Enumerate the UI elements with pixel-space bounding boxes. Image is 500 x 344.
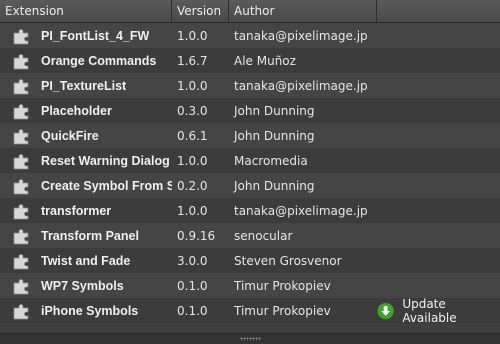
table-row[interactable]: Twist and Fade 3.0.0 Steven Grosvenor [0, 248, 500, 273]
extension-cell: Create Symbol From S [0, 177, 172, 195]
resize-footer [0, 333, 500, 344]
extension-cell: QuickFire [0, 127, 172, 145]
version-cell: 0.1.0 [177, 303, 208, 318]
extension-name: QuickFire [41, 128, 99, 143]
puzzle-piece-icon [12, 127, 32, 145]
version-cell: 1.6.7 [177, 53, 208, 68]
version-cell: 1.0.0 [177, 78, 208, 93]
table-row[interactable]: Reset Warning Dialog 1.0.0 Macromedia [0, 148, 500, 173]
extension-name: Reset Warning Dialog [41, 153, 170, 168]
extension-cell: Reset Warning Dialog [0, 152, 172, 170]
table-row[interactable]: WP7 Symbols 0.1.0 Timur Prokopiev [0, 273, 500, 298]
author-cell: Macromedia [234, 153, 308, 168]
table-row[interactable]: Transform Panel 0.9.16 senocular [0, 223, 500, 248]
table-row[interactable]: transformer 1.0.0 tanaka@pixelimage.jp [0, 198, 500, 223]
table-row[interactable]: PI_TextureList 1.0.0 tanaka@pixelimage.j… [0, 73, 500, 98]
puzzle-piece-icon [12, 302, 32, 320]
puzzle-piece-icon [12, 52, 32, 70]
table-row[interactable]: PI_FontList_4_FW 1.0.0 tanaka@pixelimage… [0, 23, 500, 48]
version-cell: 1.0.0 [177, 203, 208, 218]
extension-name: transformer [41, 203, 112, 218]
puzzle-piece-icon [12, 202, 32, 220]
extension-cell: iPhone Symbols [0, 302, 172, 320]
author-cell: Timur Prokopiev [234, 303, 331, 318]
author-cell: senocular [234, 228, 293, 243]
author-cell: Timur Prokopiev [234, 278, 331, 293]
resize-grip-icon[interactable] [240, 337, 262, 341]
version-cell: 0.9.16 [177, 228, 216, 243]
extension-name: Create Symbol From S [41, 178, 172, 193]
extension-cell: Placeholder [0, 102, 172, 120]
extension-cell: Twist and Fade [0, 252, 172, 270]
version-cell: 1.0.0 [177, 28, 208, 43]
extensions-table: Extension Version Author PI_FontList_4_F… [0, 0, 500, 325]
extension-name: iPhone Symbols [41, 303, 139, 318]
puzzle-piece-icon [12, 27, 32, 45]
author-cell: John Dunning [234, 103, 315, 118]
table-header: Extension Version Author [0, 0, 500, 23]
extension-name: Placeholder [41, 103, 112, 118]
version-cell: 1.0.0 [177, 153, 208, 168]
update-available-link[interactable]: Update Available [377, 297, 500, 325]
extension-cell: WP7 Symbols [0, 277, 172, 295]
version-cell: 3.0.0 [177, 253, 208, 268]
table-row[interactable]: Orange Commands 1.6.7 Ale Muñoz [0, 48, 500, 73]
extension-cell: transformer [0, 202, 172, 220]
puzzle-piece-icon [12, 152, 32, 170]
puzzle-piece-icon [12, 252, 32, 270]
table-row[interactable]: QuickFire 0.6.1 John Dunning [0, 123, 500, 148]
extension-cell: Orange Commands [0, 52, 172, 70]
puzzle-piece-icon [12, 77, 32, 95]
version-cell: 0.2.0 [177, 178, 208, 193]
column-header-author[interactable]: Author [229, 0, 377, 22]
extension-name: Twist and Fade [41, 253, 131, 268]
author-cell: Ale Muñoz [234, 53, 296, 68]
extension-cell: PI_FontList_4_FW [0, 27, 172, 45]
puzzle-piece-icon [12, 277, 32, 295]
extension-name: Orange Commands [41, 53, 157, 68]
author-cell: John Dunning [234, 178, 315, 193]
extension-list: PI_FontList_4_FW 1.0.0 tanaka@pixelimage… [0, 23, 500, 325]
column-header-extension[interactable]: Extension [0, 0, 172, 22]
update-available-label: Update Available [402, 296, 457, 325]
column-header-filler [377, 0, 500, 22]
extension-name: PI_TextureList [41, 78, 127, 93]
version-cell: 0.1.0 [177, 278, 208, 293]
table-row[interactable]: Create Symbol From S 0.2.0 John Dunning [0, 173, 500, 198]
puzzle-piece-icon [12, 177, 32, 195]
version-cell: 0.6.1 [177, 128, 208, 143]
extension-cell: Transform Panel [0, 227, 172, 245]
extension-name: PI_FontList_4_FW [41, 28, 150, 43]
author-cell: tanaka@pixelimage.jp [234, 28, 368, 43]
status-cell: Update Available [377, 297, 500, 325]
extension-cell: PI_TextureList [0, 77, 172, 95]
column-header-version[interactable]: Version [172, 0, 229, 22]
table-row[interactable]: Placeholder 0.3.0 John Dunning [0, 98, 500, 123]
puzzle-piece-icon [12, 227, 32, 245]
author-cell: John Dunning [234, 128, 315, 143]
author-cell: tanaka@pixelimage.jp [234, 203, 368, 218]
extension-name: Transform Panel [41, 228, 139, 243]
author-cell: Steven Grosvenor [234, 253, 342, 268]
version-cell: 0.3.0 [177, 103, 208, 118]
extension-name: WP7 Symbols [41, 278, 124, 293]
puzzle-piece-icon [12, 102, 32, 120]
download-arrow-icon [377, 301, 395, 320]
table-row[interactable]: iPhone Symbols 0.1.0 Timur Prokopiev Upd… [0, 297, 500, 325]
author-cell: tanaka@pixelimage.jp [234, 78, 368, 93]
